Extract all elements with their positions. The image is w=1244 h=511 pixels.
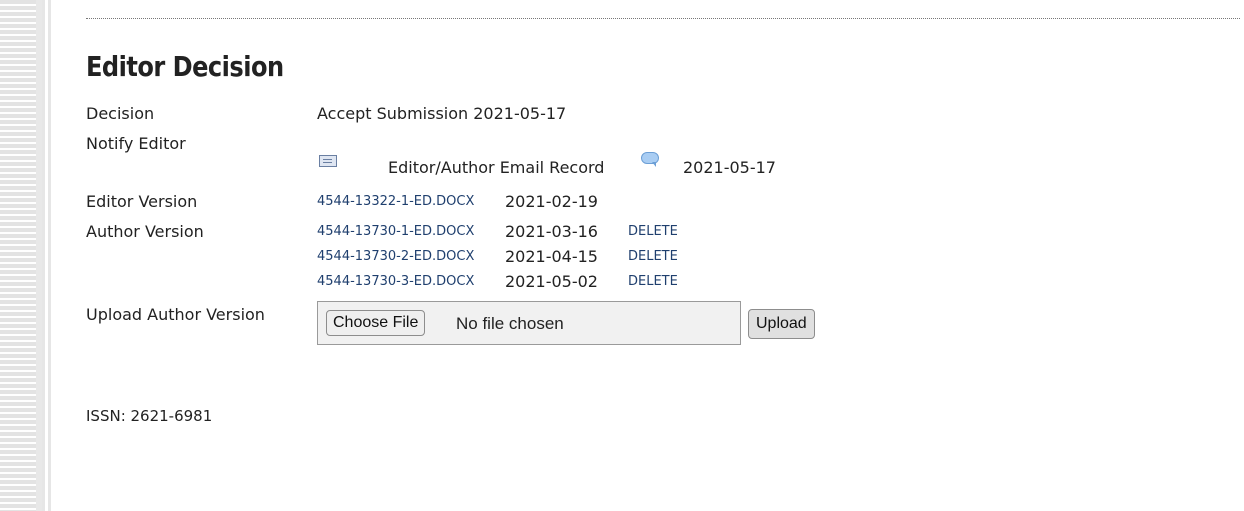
notify-date: 2021-05-17 [683,158,776,177]
comment-bubble-icon[interactable] [641,152,659,167]
strip-line [42,0,45,511]
decision-label: Decision [86,104,155,123]
author-version-file-link[interactable]: 4544-13730-1-ED.DOCX [317,224,474,239]
top-divider [86,18,1240,19]
section-title: Editor Decision [86,50,284,83]
notify-editor-label: Notify Editor [86,134,186,153]
editor-version-label: Editor Version [86,192,198,211]
email-record-label: Editor/Author Email Record [388,158,605,177]
author-version-file-link[interactable]: 4544-13730-2-ED.DOCX [317,249,474,264]
upload-button[interactable]: Upload [748,309,815,339]
editor-version-date: 2021-02-19 [505,192,598,211]
author-version-date: 2021-03-16 [505,222,598,241]
choose-file-button[interactable]: Choose File [326,310,426,336]
author-version-date: 2021-05-02 [505,272,598,291]
delete-link[interactable]: DELETE [628,249,678,264]
author-version-label: Author Version [86,222,204,241]
delete-link[interactable]: DELETE [628,274,678,289]
strip-line [48,0,51,511]
author-version-file-link[interactable]: 4544-13730-3-ED.DOCX [317,274,474,289]
issn-text: ISSN: 2621-6981 [86,407,213,425]
decision-value: Accept Submission 2021-05-17 [317,104,567,123]
left-decorative-strip [0,0,56,511]
no-file-chosen-text: No file chosen [456,314,564,333]
editor-version-file-link[interactable]: 4544-13322-1-ED.DOCX [317,194,474,209]
author-version-date: 2021-04-15 [505,247,598,266]
file-input[interactable]: Choose File No file chosen [317,301,741,345]
upload-author-version-label: Upload Author Version [86,305,265,324]
mail-icon[interactable] [319,155,337,167]
delete-link[interactable]: DELETE [628,224,678,239]
